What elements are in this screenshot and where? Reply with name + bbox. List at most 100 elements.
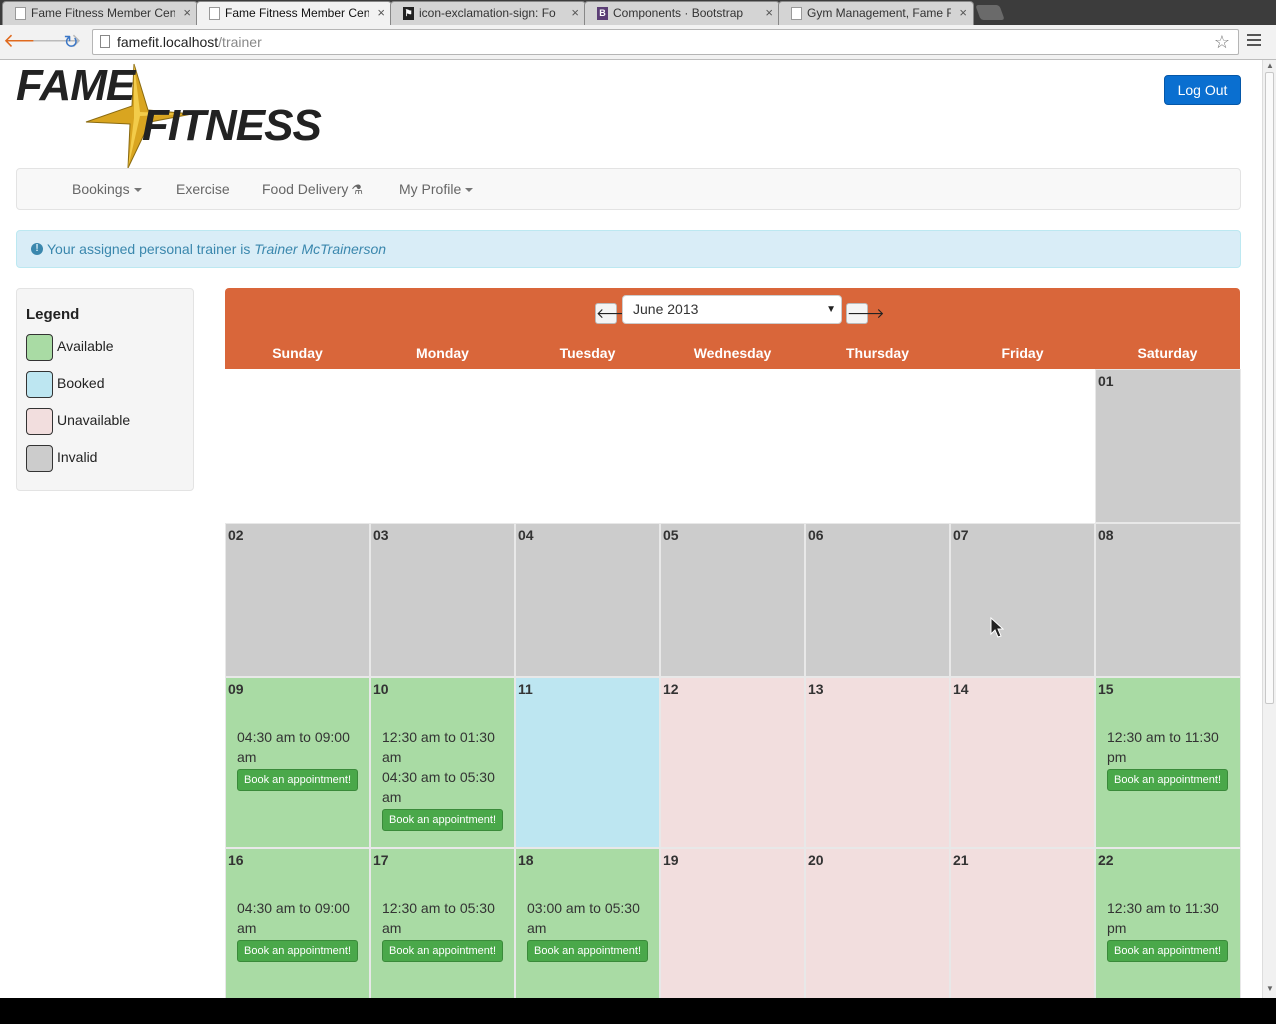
calendar-day-booked[interactable]: 11: [515, 677, 660, 848]
calendar-day-available[interactable]: 10 12:30 am to 01:30 am 04:30 am to 05:30 …: [370, 677, 515, 848]
close-tab-icon[interactable]: ×: [571, 2, 579, 24]
logo-text-bottom: FITNESS: [142, 101, 321, 150]
calendar-day-invalid[interactable]: 08: [1095, 523, 1241, 677]
time-slot: 12:30 am to 05:30 am: [382, 898, 508, 938]
address-bar[interactable]: famefit.localhost/trainer ☆: [92, 29, 1239, 55]
time-slot: 04:30 am to 09:00 am: [237, 727, 363, 767]
book-appointment-button[interactable]: Book an appointment!: [527, 940, 649, 962]
reload-icon[interactable]: ↻: [60, 31, 82, 53]
book-appointment-button[interactable]: Book an appointment!: [1107, 769, 1229, 791]
page-icon: [100, 35, 110, 48]
day-number: 02: [228, 527, 244, 543]
close-tab-icon[interactable]: ×: [959, 2, 967, 24]
page-icon: [791, 7, 802, 20]
calendar-empty-cell: [225, 369, 370, 523]
scroll-down-arrow-icon[interactable]: ▼: [1266, 984, 1274, 993]
close-tab-icon[interactable]: ×: [377, 2, 385, 24]
calendar-empty-cell: [515, 369, 660, 523]
book-appointment-button[interactable]: Book an appointment!: [1107, 940, 1229, 962]
alert-text: Your assigned personal trainer is: [47, 241, 251, 257]
browser-tab[interactable]: B Components · Bootstrap ×: [584, 1, 780, 25]
nav-bookings-label: Bookings: [72, 181, 130, 197]
forward-arrow-icon[interactable]: 🡒: [31, 31, 82, 53]
calendar-empty-cell: [805, 369, 950, 523]
scroll-up-arrow-icon[interactable]: ▲: [1266, 61, 1274, 70]
logout-button[interactable]: Log Out: [1164, 75, 1241, 105]
nav-bookings-dropdown[interactable]: Bookings: [72, 169, 142, 209]
calendar-day-invalid[interactable]: 06: [805, 523, 950, 677]
day-number: 15: [1098, 681, 1114, 697]
calendar-day-invalid[interactable]: 01: [1095, 369, 1241, 523]
calendar-day-unavailable[interactable]: 13: [805, 677, 950, 848]
nav-exercise[interactable]: Exercise: [176, 169, 230, 209]
new-tab-button[interactable]: [975, 5, 1005, 20]
book-appointment-button[interactable]: Book an appointment!: [237, 769, 359, 791]
day-number: 09: [228, 681, 244, 697]
page-icon: [209, 7, 220, 20]
calendar-day-unavailable[interactable]: 19: [660, 848, 805, 998]
close-tab-icon[interactable]: ×: [183, 2, 191, 24]
calendar-day-invalid[interactable]: 02: [225, 523, 370, 677]
time-slot: 04:30 am to 09:00 am: [237, 898, 363, 938]
trainer-alert: ! Your assigned personal trainer is Trai…: [16, 230, 1241, 268]
book-appointment-button[interactable]: Book an appointment!: [237, 940, 359, 962]
calendar-day-available[interactable]: 16 04:30 am to 09:00 am Book an appointmen…: [225, 848, 370, 998]
nav-food-delivery[interactable]: Food Delivery ⚗: [262, 169, 363, 209]
browser-tab[interactable]: Gym Management, Fame F ×: [778, 1, 974, 25]
calendar-day-invalid[interactable]: 03: [370, 523, 515, 677]
calendar-day-invalid[interactable]: 07: [950, 523, 1095, 677]
weekday-header: Monday: [416, 345, 469, 361]
day-number: 11: [518, 681, 533, 697]
tab-title: Fame Fitness Member Cen: [31, 6, 175, 20]
previous-month-arrow-icon[interactable]: 🡐: [595, 303, 634, 324]
tab-title: Components · Bootstrap: [613, 6, 744, 20]
back-arrow-icon[interactable]: 🡐: [3, 31, 54, 53]
day-number: 16: [228, 852, 244, 868]
url-path: /trainer: [218, 34, 262, 50]
trainer-name: Trainer McTrainerson: [254, 241, 387, 257]
calendar-day-available[interactable]: 22 12:30 am to 11:30 pm Book an appointmen…: [1095, 848, 1241, 998]
calendar-day-invalid[interactable]: 04: [515, 523, 660, 677]
next-month-arrow-icon[interactable]: 🡒: [846, 303, 885, 324]
day-number: 14: [953, 681, 969, 697]
mouse-cursor-icon: [990, 617, 1004, 638]
legend-title: Legend: [26, 306, 80, 323]
browser-tab-active[interactable]: Fame Fitness Member Cen ×: [196, 1, 392, 26]
browser-tab[interactable]: Fame Fitness Member Cen ×: [2, 1, 198, 25]
menu-icon[interactable]: [1247, 34, 1261, 48]
browser-tab[interactable]: ⚑ icon-exclamation-sign: Fo ×: [390, 1, 586, 25]
nav-my-profile-dropdown[interactable]: My Profile: [399, 169, 474, 209]
calendar-day-available[interactable]: 15 12:30 am to 11:30 pm Book an appointmen…: [1095, 677, 1241, 848]
weekday-header: Saturday: [1137, 345, 1198, 361]
day-number: 10: [373, 681, 389, 697]
calendar-day-available[interactable]: 09 04:30 am to 09:00 am Book an appointmen…: [225, 677, 370, 848]
calendar-day-unavailable[interactable]: 12: [660, 677, 805, 848]
day-number: 01: [1098, 373, 1114, 389]
dropdown-triangle-icon: ▼: [826, 304, 836, 315]
scroll-thumb[interactable]: [1265, 72, 1274, 704]
calendar-day-unavailable[interactable]: 21: [950, 848, 1095, 998]
time-slot-range: 03:00 am to 05:30 am: [527, 900, 640, 936]
page-scrollbar[interactable]: ▲ ▼: [1262, 60, 1276, 998]
legend-swatch: [26, 408, 53, 435]
close-tab-icon[interactable]: ×: [765, 2, 773, 24]
day-number: 18: [518, 852, 534, 868]
weekday-header: Sunday: [272, 345, 323, 361]
calendar-empty-cell: [370, 369, 515, 523]
fame-fitness-logo[interactable]: FAME FITNESS: [16, 62, 328, 170]
calendar-day-invalid[interactable]: 05: [660, 523, 805, 677]
calendar-day-available[interactable]: 18 03:00 am to 05:30 am Book an appointmen…: [515, 848, 660, 998]
legend-swatch: [26, 334, 53, 361]
time-slot: 12:30 am to 11:30 pm: [1107, 898, 1233, 938]
calendar-day-unavailable[interactable]: 14: [950, 677, 1095, 848]
bootstrap-icon: B: [597, 7, 608, 20]
time-slot: 12:30 am to 11:30 pm: [1107, 727, 1233, 767]
bookmark-star-icon[interactable]: ☆: [1214, 30, 1230, 54]
legend-label: Unavailable: [57, 412, 131, 428]
book-appointment-button[interactable]: Book an appointment!: [382, 940, 504, 962]
month-select[interactable]: June 2013 ▼: [622, 295, 842, 324]
exclamation-sign-icon: !: [31, 243, 43, 255]
book-appointment-button[interactable]: Book an appointment!: [382, 809, 504, 831]
calendar-day-unavailable[interactable]: 20: [805, 848, 950, 998]
calendar-day-available[interactable]: 17 12:30 am to 05:30 am Book an appointmen…: [370, 848, 515, 998]
